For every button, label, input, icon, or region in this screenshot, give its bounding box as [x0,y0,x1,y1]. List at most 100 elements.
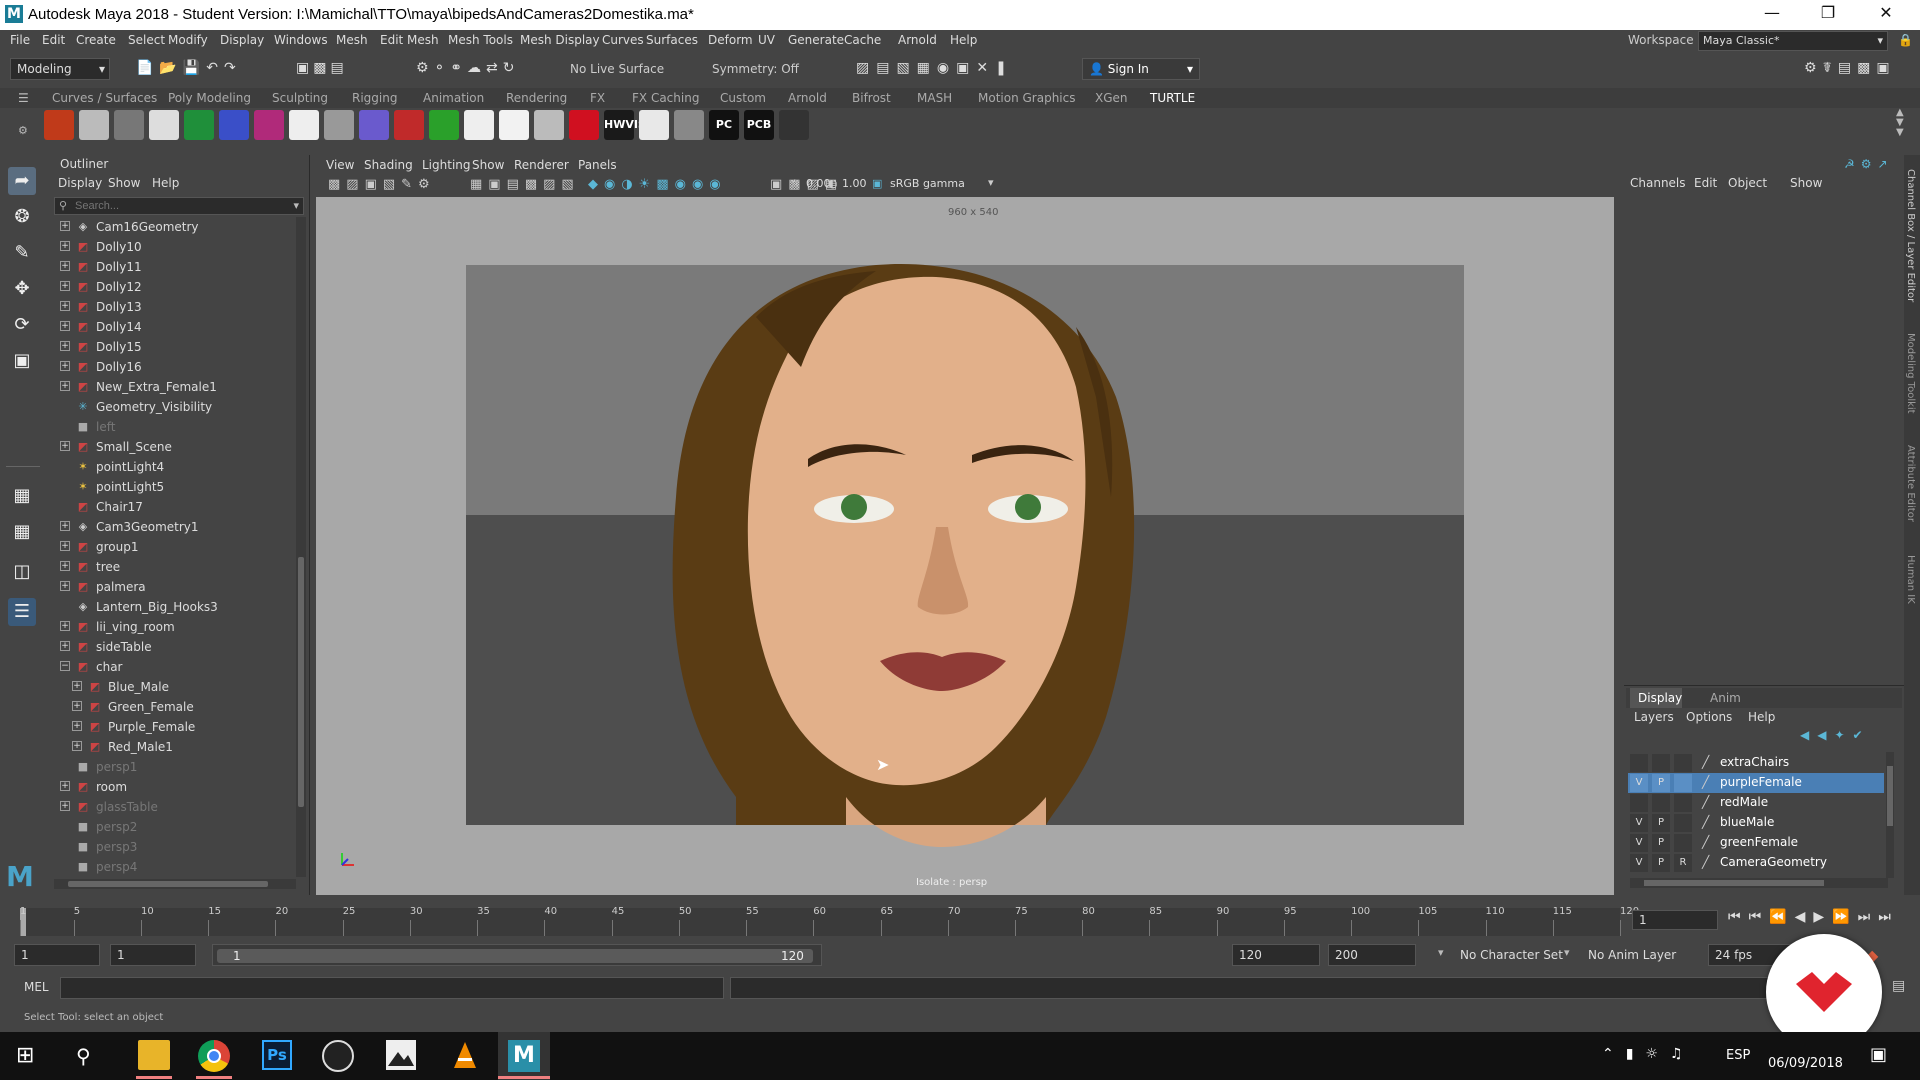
outliner-row[interactable]: + ◩ Dolly15 [48,337,294,357]
exposure-gear-icon[interactable]: ☼ [790,177,800,190]
outliner-row[interactable]: + ◩ Dolly14 [48,317,294,337]
outliner-row[interactable]: + ◈ Cam3Geometry1 [48,517,294,537]
channel-menu-channels[interactable]: Channels [1630,176,1686,190]
outliner-row[interactable]: + ◩ sideTable [48,637,294,657]
menu-deform[interactable]: Deform [708,33,753,47]
light-split-icon[interactable] [254,110,284,140]
sphere-dark-icon[interactable] [114,110,144,140]
expand-toggle-icon[interactable]: + [60,281,70,291]
sign-in-button[interactable]: 👤 Sign In ▾ [1082,58,1200,80]
gear-cluster-icon[interactable] [289,110,319,140]
shelf-tab-mash[interactable]: MASH [917,91,952,105]
layer-v-toggle[interactable]: V [1630,774,1648,792]
photos-icon[interactable] [386,1040,416,1070]
expand-toggle-icon[interactable]: + [72,701,82,711]
pc-icon[interactable]: PC [709,110,739,140]
expand-toggle-icon[interactable]: + [60,301,70,311]
grayscale-icon[interactable] [674,110,704,140]
chevron-down-icon[interactable]: ▾ [1438,946,1444,959]
outliner-row[interactable]: + ◩ Dolly12 [48,277,294,297]
outliner-row[interactable]: ✳ Geometry_Visibility [48,397,294,417]
menu-cache[interactable]: Cache [844,33,881,47]
pcb-icon[interactable]: PCB [744,110,774,140]
outliner-row[interactable]: + ◩ New_Extra_Female1 [48,377,294,397]
scale-tool-icon[interactable]: ▣ [8,347,36,375]
shelf-tab-sculpting[interactable]: Sculpting [272,91,328,105]
viewport-menu-renderer[interactable]: Renderer [514,158,569,172]
expand-toggle-icon[interactable]: + [60,361,70,371]
white-blob-icon[interactable] [499,110,529,140]
lock-icon[interactable]: 🔒 [1898,33,1913,47]
search-icon[interactable]: ⚲ [76,1044,100,1068]
layer-color-swatch[interactable]: ╱ [1702,755,1718,771]
green-object-icon[interactable] [184,110,214,140]
shelf-tab-fx[interactable]: FX [590,91,605,105]
outliner-row[interactable]: + ◩ Dolly10 [48,237,294,257]
layer-color-swatch[interactable]: ╱ [1702,795,1718,811]
layer-p-toggle[interactable]: P [1652,814,1670,832]
layer-p-toggle[interactable]: P [1652,774,1670,792]
expand-toggle-icon[interactable]: + [60,441,70,451]
chevron-down-icon[interactable]: ▾ [988,176,994,189]
expand-toggle-icon[interactable]: + [60,381,70,391]
shelf-tab-rigging[interactable]: Rigging [352,91,397,105]
expand-toggle-icon[interactable]: + [60,221,70,231]
mustache-icon[interactable] [464,110,494,140]
expand-toggle-icon[interactable]: + [72,681,82,691]
outliner-row[interactable]: + ◩ Dolly16 [48,357,294,377]
layer-scrollbar[interactable] [1886,752,1894,878]
expand-toggle-icon[interactable]: + [60,621,70,631]
anim-layer-dropdown[interactable]: No Anim Layer [1588,948,1676,962]
layer-v-toggle[interactable] [1630,794,1648,812]
menu-select[interactable]: Select [128,33,165,47]
layer-row[interactable]: V P R ╱ CameraGeometry [1628,853,1884,873]
rotate-tool-icon[interactable]: ⟳ [8,311,36,339]
mel-command-input[interactable] [60,977,724,999]
layer-r-toggle[interactable] [1674,814,1692,832]
outliner-row[interactable]: ◩ Chair17 [48,497,294,517]
layer-p-toggle[interactable] [1652,754,1670,772]
mode-dropdown[interactable]: Modeling ▾ [10,58,110,80]
outliner-row[interactable]: + ◩ Red_Male1 [48,737,294,757]
viewport-scene[interactable]: 960 x 540 Isolate : persp ➤ [316,197,1614,895]
layer-color-swatch[interactable]: ╱ [1702,775,1718,791]
viewport-menu-panels[interactable]: Panels [578,158,617,172]
shelf-tab-animation[interactable]: Animation [423,91,484,105]
outliner-row[interactable]: ◈ Lantern_Big_Hooks3 [48,597,294,617]
outliner-menu-help[interactable]: Help [152,176,179,190]
outliner-row[interactable]: ✶ pointLight5 [48,477,294,497]
expand-toggle-icon[interactable]: + [60,801,70,811]
layer-scroll-thumb[interactable] [1887,766,1893,826]
maya-taskbar-button[interactable]: M [498,1032,550,1080]
outliner-row[interactable]: ■ persp2 [48,817,294,837]
channel-menu-object[interactable]: Object [1728,176,1767,190]
maya-m-icon[interactable]: M [6,860,40,893]
outliner-row[interactable]: ■ left [48,417,294,437]
outliner-row[interactable]: + ◩ lii_ving_room [48,617,294,637]
layer-row[interactable]: ╱ extraChairs [1628,753,1884,773]
layer-r-toggle[interactable] [1674,834,1692,852]
side-tab-modeling-toolkit[interactable]: Modeling Toolkit [1905,333,1916,414]
close-button[interactable]: ✕ [1866,3,1906,27]
layer-row[interactable]: ╱ redMale [1628,793,1884,813]
layer-action-icons[interactable]: ◀◀✦✔ [1800,728,1871,742]
expand-toggle-icon[interactable]: + [60,581,70,591]
expand-toggle-icon[interactable]: + [72,741,82,751]
paint-select-icon[interactable]: ✎ [8,239,36,267]
layer-r-toggle[interactable] [1674,794,1692,812]
layer-r-toggle[interactable] [1674,754,1692,772]
menu-create[interactable]: Create [76,33,116,47]
menu-curves[interactable]: Curves [602,33,644,47]
chevron-down-icon[interactable]: ▾ [293,199,299,212]
channel-menu-show[interactable]: Show [1790,176,1822,190]
anim-start-field[interactable]: 1 [110,944,196,966]
range-slider[interactable]: 1 120 [212,944,822,966]
taskbar-date[interactable]: 06/09/2018 [1768,1056,1843,1071]
outliner-row[interactable]: + ◩ Green_Female [48,697,294,717]
outliner-row[interactable]: + ◩ palmera [48,577,294,597]
layer-v-toggle[interactable]: V [1630,814,1648,832]
channel-box-icons[interactable]: ☭⚙↗ [1844,157,1894,171]
x-cancel-icon[interactable] [639,110,669,140]
gamma-icon[interactable]: ◐ [828,177,838,190]
expand-toggle-icon[interactable]: + [60,241,70,251]
